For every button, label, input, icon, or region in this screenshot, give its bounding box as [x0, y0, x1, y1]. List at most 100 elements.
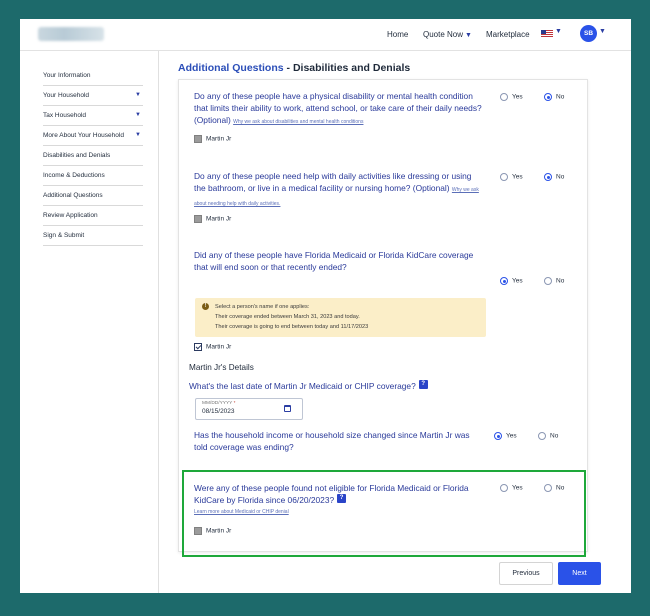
sidebar-item-label: Sign & Submit [43, 232, 85, 239]
income-no-radio[interactable]: No [538, 432, 558, 440]
radio-circle [544, 484, 552, 492]
alert-line: Their coverage ended between March 31, 2… [215, 314, 360, 320]
sidebar-item-label: Your Household [43, 92, 90, 99]
chevron-down-icon[interactable]: ▼ [555, 28, 562, 35]
checkbox-label: Martin Jr [206, 215, 232, 223]
sidebar-item-tax-household[interactable]: Tax Household ▼ [43, 106, 143, 126]
radio-label: No [556, 93, 565, 101]
q2-no-radio[interactable]: No [544, 173, 564, 181]
questions-card: Do any of these people have a physical d… [178, 79, 588, 557]
radio-circle [500, 93, 508, 101]
us-flag-icon[interactable] [541, 30, 553, 38]
question-income-changed: Has the household income or household si… [194, 430, 470, 452]
radio-label: No [550, 432, 559, 440]
checkbox-box [194, 135, 202, 143]
question-disability: Do any of these people have a physical d… [194, 90, 484, 128]
radio-label: Yes [512, 484, 523, 492]
q2-yes-radio[interactable]: Yes [500, 173, 523, 181]
checkbox-box [194, 527, 202, 535]
radio-label: No [556, 173, 565, 181]
q4-no-radio[interactable]: No [544, 484, 564, 492]
sidebar-item-more-about-household[interactable]: More About Your Household ▼ [43, 126, 143, 146]
coverage-end-date-input[interactable]: MM/DD/YYYY * 08/15/2023 [195, 398, 303, 420]
help-icon[interactable]: ? [418, 380, 428, 389]
checkbox-label: Martin Jr [206, 135, 232, 143]
income-yes-radio[interactable]: Yes [494, 432, 517, 440]
sidebar-item-label: More About Your Household [43, 132, 124, 139]
chevron-down-icon: ▼ [135, 112, 141, 118]
top-navigation: Home Quote Now ▼ Marketplace ▼ SB ▼ [20, 19, 631, 51]
question-medicaid-denial: Were any of these people found not eligi… [194, 482, 484, 506]
radio-circle [544, 173, 552, 181]
q1-person-checkbox[interactable]: Martin Jr [194, 135, 231, 143]
q1-yes-radio[interactable]: Yes [500, 93, 523, 101]
radio-circle [544, 93, 552, 101]
nav-marketplace-link[interactable]: Marketplace [486, 30, 530, 39]
chevron-down-icon: ▼ [135, 132, 141, 138]
chevron-down-icon[interactable]: ▼ [599, 28, 606, 35]
sidebar-item-label: Additional Questions [43, 192, 103, 199]
question-text: What's the last date of Martin Jr Medica… [189, 381, 416, 391]
sidebar-item-additional-questions[interactable]: Additional Questions [43, 186, 143, 206]
checkbox-label: Martin Jr [206, 527, 232, 535]
calendar-icon[interactable] [284, 405, 291, 412]
sidebar-item-disabilities-denials[interactable]: Disabilities and Denials [43, 146, 143, 166]
page-section: Additional Questions [178, 62, 284, 74]
page-subsection: Disabilities and Denials [292, 62, 411, 74]
help-icon[interactable]: ? [337, 494, 347, 503]
date-value: 08/15/2023 [202, 408, 235, 415]
date-field-label: MM/DD/YYYY * [202, 401, 236, 406]
radio-label: Yes [506, 432, 517, 440]
q4-yes-radio[interactable]: Yes [500, 484, 523, 492]
q4-person-checkbox[interactable]: Martin Jr [194, 527, 231, 535]
sidebar-item-label: Review Application [43, 212, 98, 219]
q3-no-radio[interactable]: No [544, 277, 564, 285]
question-text: Were any of these people found not eligi… [194, 483, 469, 505]
checkbox-box-checked [194, 343, 202, 351]
radio-label: Yes [512, 93, 523, 101]
required-mark: * [233, 401, 236, 406]
sidebar-item-your-household[interactable]: Your Household ▼ [43, 86, 143, 106]
alert-line: Their coverage is going to end between t… [215, 324, 369, 330]
app-frame: Home Quote Now ▼ Marketplace ▼ SB ▼ Your … [20, 19, 631, 593]
nav-quote-now-link[interactable]: Quote Now ▼ [423, 30, 472, 39]
user-avatar[interactable]: SB [580, 25, 597, 42]
radio-label: No [556, 484, 565, 492]
alert-line: Select a person's name if one applies: [215, 304, 310, 310]
radio-label: No [556, 277, 565, 285]
help-link[interactable]: Why we ask about disabilities and mental… [233, 119, 363, 125]
next-button[interactable]: Next [558, 562, 601, 585]
sidebar-item-review-application[interactable]: Review Application [43, 206, 143, 226]
chevron-down-icon: ▼ [465, 32, 472, 39]
person-details-title: Martin Jr's Details [189, 363, 254, 372]
q2-person-checkbox[interactable]: Martin Jr [194, 215, 231, 223]
sidebar-item-label: Your Information [43, 72, 91, 79]
info-alert: ! Select a person's name if one applies:… [195, 298, 486, 337]
q3-person-checkbox[interactable]: Martin Jr [194, 343, 231, 351]
sidebar-item-income-deductions[interactable]: Income & Deductions [43, 166, 143, 186]
learn-more-link[interactable]: Learn more about Medicaid or CHIP denial [194, 509, 289, 515]
radio-label: Yes [512, 173, 523, 181]
previous-button[interactable]: Previous [499, 562, 553, 585]
question-medicaid-ending: Did any of these people have Florida Med… [194, 250, 474, 272]
sidebar-item-label: Disabilities and Denials [43, 152, 111, 159]
radio-circle [494, 432, 502, 440]
checkbox-box [194, 215, 202, 223]
nav-home-link[interactable]: Home [387, 30, 408, 39]
radio-circle [544, 277, 552, 285]
radio-circle [500, 484, 508, 492]
radio-circle [500, 277, 508, 285]
info-icon: ! [202, 303, 209, 310]
q1-no-radio[interactable]: No [544, 93, 564, 101]
nav-quote-now-label: Quote Now [423, 30, 464, 39]
sidebar-item-sign-submit[interactable]: Sign & Submit [43, 226, 143, 246]
question-daily-activities: Do any of these people need help with da… [194, 170, 484, 210]
question-text: Do any of these people need help with da… [194, 171, 472, 193]
q3-yes-radio[interactable]: Yes [500, 277, 523, 285]
page-title: Additional Questions - Disabilities and … [178, 62, 410, 74]
title-separator: - [283, 62, 293, 74]
sidebar-item-your-information[interactable]: Your Information [43, 66, 143, 86]
sidebar-nav: Your Information Your Household ▼ Tax Hou… [43, 66, 143, 246]
brand-logo[interactable] [38, 27, 104, 41]
radio-circle [500, 173, 508, 181]
